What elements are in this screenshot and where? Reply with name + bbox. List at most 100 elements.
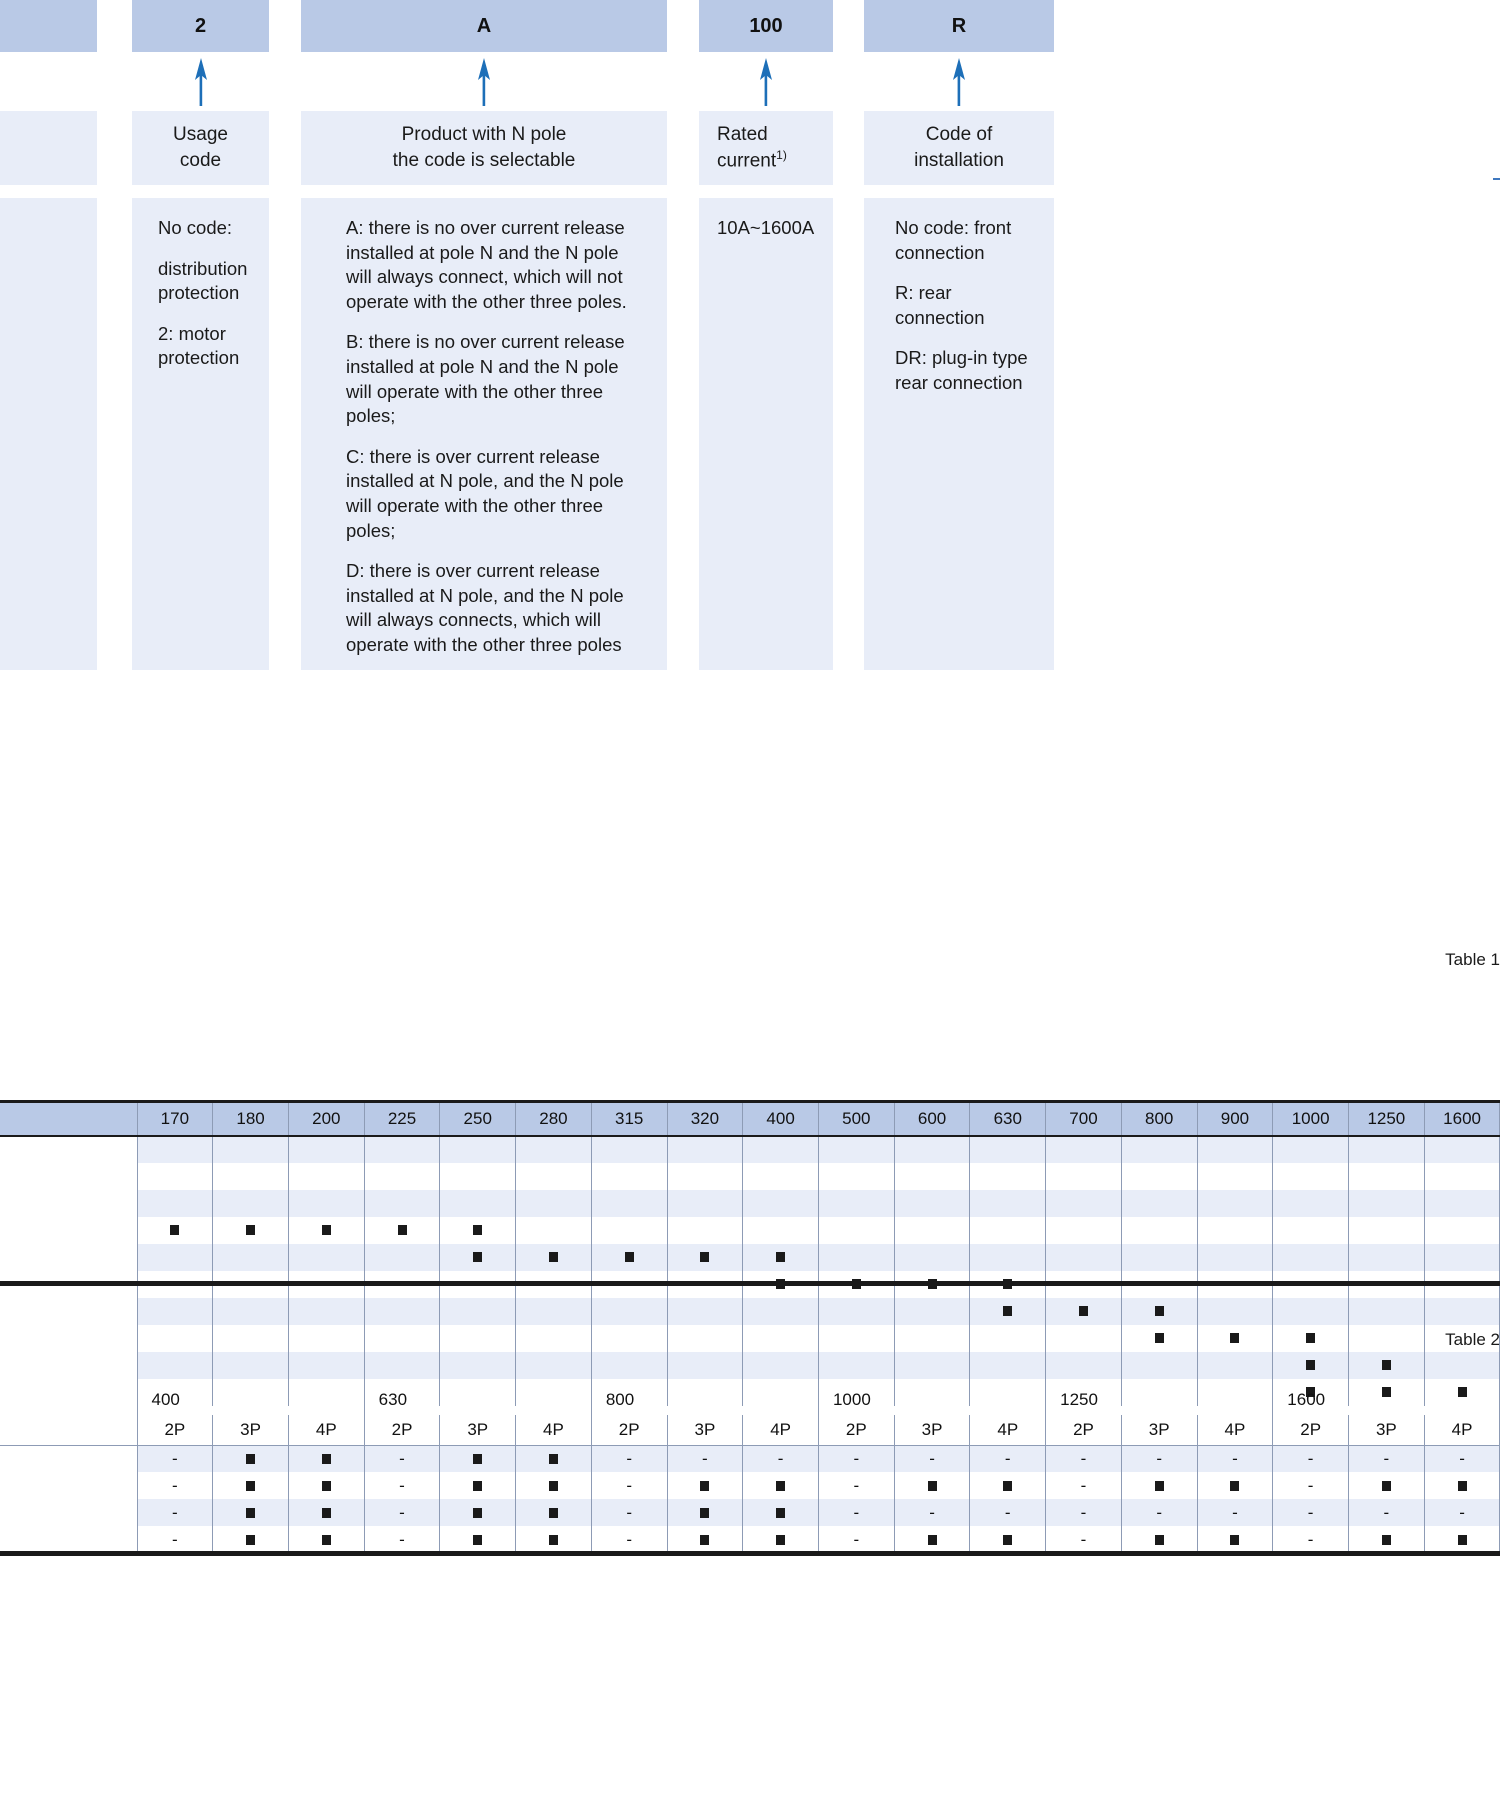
table2-cell-dash: - — [893, 1445, 971, 1472]
desc-line: Rated — [717, 123, 768, 145]
table2-row: -------------- — [0, 1445, 1500, 1472]
table1-cell-marker — [212, 1216, 289, 1244]
table1-cell — [742, 1351, 819, 1379]
table1-cell — [817, 1324, 895, 1352]
table2-body: -------------------------------------- — [0, 1445, 1500, 1553]
arrow-zone-usage — [132, 52, 269, 111]
table1-cell — [1348, 1162, 1425, 1190]
table2-cell-dash: - — [590, 1445, 668, 1472]
table1-cell — [742, 1162, 819, 1190]
table1-cell — [969, 1243, 1047, 1271]
table1-header-cell: 630 — [969, 1100, 1047, 1137]
table1-cell-marker — [439, 1243, 517, 1271]
detail-paragraph: 2: motor protection — [158, 322, 240, 369]
detail-box-0 — [0, 198, 97, 670]
table2-poles-header-cell: 4P — [969, 1415, 1047, 1446]
table1-cell — [590, 1216, 668, 1244]
table1-cell-marker — [742, 1243, 819, 1271]
table1-header-cell: 500 — [817, 1100, 895, 1137]
up-arrow-icon — [953, 58, 965, 106]
table2-cell-marker — [1348, 1472, 1425, 1499]
table2-cell-marker — [666, 1472, 744, 1499]
table1-cell — [893, 1297, 971, 1325]
table1-cell — [590, 1297, 668, 1325]
table1-cell-marker — [363, 1216, 441, 1244]
table2-cell-dash: - — [1348, 1499, 1425, 1526]
table1-header-cell: 700 — [1045, 1100, 1122, 1137]
table2-cell-dash: - — [1045, 1445, 1122, 1472]
code-box-installation: R — [864, 0, 1054, 52]
table2-cell-marker — [212, 1472, 289, 1499]
table2-cell-dash: - — [1423, 1445, 1500, 1472]
table1-cell — [666, 1351, 744, 1379]
table2-cell-marker — [439, 1472, 517, 1499]
table1-cell — [1348, 1189, 1425, 1217]
table1-row — [0, 1297, 1500, 1325]
up-arrow-icon — [478, 58, 490, 106]
table1-row-lead-cell — [0, 1351, 138, 1379]
table1-cell — [1423, 1297, 1500, 1325]
table2-cell-dash: - — [893, 1499, 971, 1526]
table1-cell — [666, 1162, 744, 1190]
table2-cell-marker — [893, 1472, 971, 1499]
table1-cell-marker — [590, 1243, 668, 1271]
table1-cell — [969, 1216, 1047, 1244]
table1-cell — [515, 1324, 592, 1352]
detail-paragraph-current-range: 10A~1600A — [717, 217, 815, 238]
table1-cell — [1423, 1351, 1500, 1379]
code-box-rated-current: 100 — [699, 0, 833, 52]
table2-cell-dash: - — [1045, 1499, 1122, 1526]
table1-row — [0, 1162, 1500, 1190]
table2-poles-header-cell: 2P — [363, 1415, 441, 1446]
table1-cell — [1045, 1162, 1122, 1190]
detail-paragraph-c: C: there is over current release install… — [346, 445, 624, 541]
desc-box-0 — [0, 111, 97, 185]
table1-cell — [666, 1135, 744, 1163]
table2-cell-marker — [212, 1526, 289, 1553]
code-box-n-pole: A — [301, 0, 667, 52]
gap-n-pole — [301, 185, 667, 198]
table1-row — [0, 1351, 1500, 1379]
table1-cell — [136, 1162, 214, 1190]
table2-cell-marker — [742, 1472, 819, 1499]
table1-row-lead-cell — [0, 1135, 138, 1163]
table1-row — [0, 1243, 1500, 1271]
table1-header-cell: 180 — [212, 1100, 289, 1137]
table2-row-lead-cell — [0, 1472, 138, 1499]
desc-line-text: current — [717, 150, 777, 172]
table2-cell-marker — [1120, 1526, 1198, 1553]
table1-cell — [893, 1324, 971, 1352]
table2: 400 630 800 1000 1250 1600 2P 3P 4P 2P 3P 4P 2P 3P 4P… — [0, 1385, 1500, 1553]
table2-cell-dash: - — [363, 1472, 441, 1499]
table2-cell-dash: - — [1348, 1445, 1425, 1472]
table1-header-cell: 400 — [742, 1100, 819, 1137]
table1-cell-marker — [515, 1243, 592, 1271]
table1-cell — [1196, 1297, 1274, 1325]
table2-cell-dash: - — [742, 1445, 819, 1472]
table2-poles-header-cell: 2P — [817, 1415, 895, 1446]
table2-cell-dash: - — [363, 1445, 441, 1472]
table2-cell-dash: - — [817, 1472, 895, 1499]
table1-cell — [515, 1216, 592, 1244]
table1-header-cell: 225 — [363, 1100, 441, 1137]
table1-row-lead-cell — [0, 1189, 138, 1217]
table1-cell — [515, 1351, 592, 1379]
table1-cell-marker — [136, 1216, 214, 1244]
table2-poles-header-cell: 4P — [1196, 1415, 1274, 1446]
table2-poles-header-cell: 3P — [893, 1415, 971, 1446]
table1-cell — [969, 1135, 1047, 1163]
table2-cell-dash: - — [590, 1472, 668, 1499]
table1-cell — [212, 1351, 289, 1379]
table1-cell — [742, 1297, 819, 1325]
table1-cell — [363, 1243, 441, 1271]
table1-cell — [363, 1135, 441, 1163]
table1-cell — [439, 1351, 517, 1379]
table1-cell — [439, 1297, 517, 1325]
table2-cell-marker — [439, 1499, 517, 1526]
table2-poles-lead-cell — [0, 1415, 138, 1446]
table2-poles-header-cell: 2P — [1272, 1415, 1349, 1446]
table2-row-lead-cell — [0, 1445, 138, 1472]
table1-cell — [1348, 1243, 1425, 1271]
table2-group-lead-cell — [0, 1385, 138, 1415]
designation-column-rated-current: 100 Rated current1) 10A~1600A — [699, 0, 833, 670]
